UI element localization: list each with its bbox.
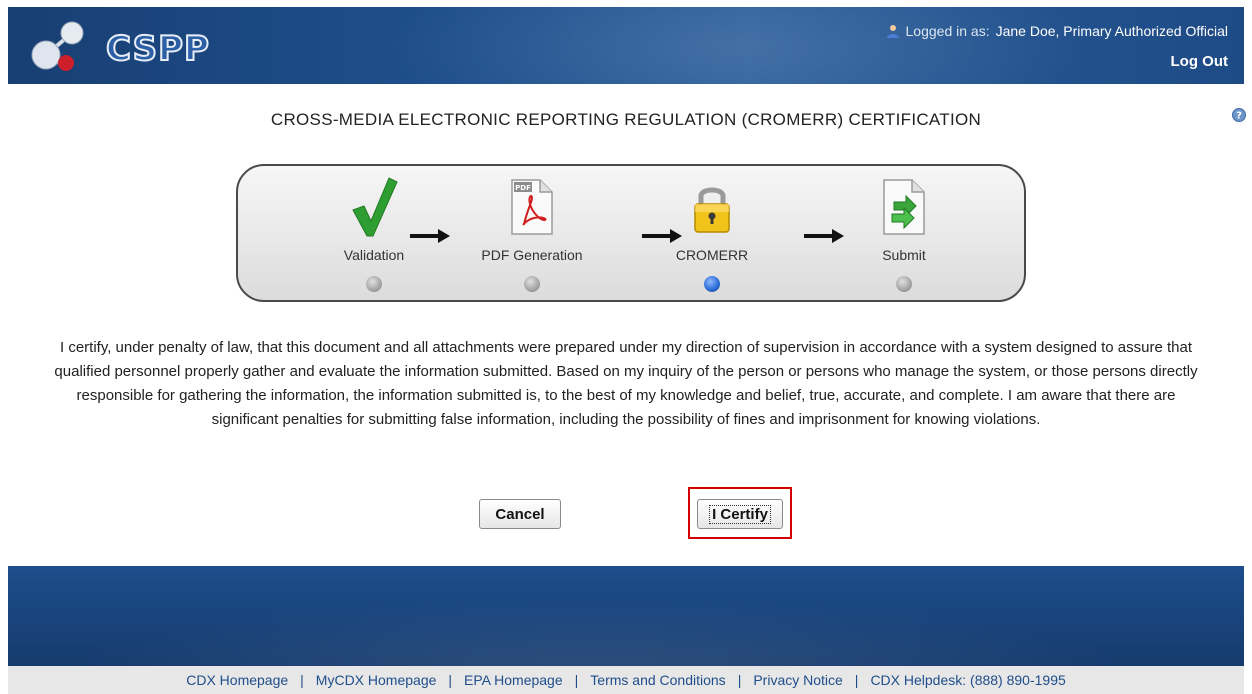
cspp-logo: CSPP xyxy=(26,19,246,75)
footer-separator: | xyxy=(737,672,742,688)
footer-link-terms[interactable]: Terms and Conditions xyxy=(590,672,725,688)
user-name: Jane Doe, Primary Authorized Official xyxy=(995,23,1228,39)
logged-in-prefix: Logged in as: xyxy=(905,23,990,39)
cancel-button[interactable]: Cancel xyxy=(479,499,561,529)
submission-progress-panel: Validation PDF PDF Generation CROMERR Su… xyxy=(236,164,1026,302)
footer-link-epa-homepage[interactable]: EPA Homepage xyxy=(464,672,563,688)
step-status-dot xyxy=(366,276,382,292)
logout-link[interactable]: Log Out xyxy=(1171,53,1228,70)
i-certify-label: I Certify xyxy=(709,504,771,524)
logged-in-info: Logged in as: Jane Doe, Primary Authoriz… xyxy=(886,23,1228,39)
step-label: PDF Generation xyxy=(481,247,583,263)
footer-separator: | xyxy=(854,672,859,688)
footer-link-helpdesk[interactable]: CDX Helpdesk: (888) 890-1995 xyxy=(870,672,1065,688)
footer-separator: | xyxy=(300,672,304,688)
logo-text: CSPP xyxy=(105,28,210,70)
step-submit: Submit xyxy=(834,166,974,304)
step-label: CROMERR xyxy=(675,247,749,263)
step-label: Submit xyxy=(882,247,926,263)
molecule-logo-icon xyxy=(31,21,84,71)
step-cromerr: CROMERR xyxy=(642,166,782,304)
step-label: Validation xyxy=(343,247,405,263)
footer-link-privacy[interactable]: Privacy Notice xyxy=(753,672,842,688)
step-pdf-generation: PDF PDF Generation xyxy=(462,166,602,304)
header-banner: CSPP Logged in as: Jane Doe, Primary Aut… xyxy=(8,7,1244,84)
step-status-dot xyxy=(896,276,912,292)
footer-links: CDX Homepage | MyCDX Homepage | EPA Home… xyxy=(8,666,1244,694)
footer-banner xyxy=(8,566,1244,666)
arrow-icon xyxy=(410,229,450,243)
step-status-dot-active xyxy=(704,276,720,292)
pdf-badge-label: PDF xyxy=(515,184,531,192)
step-status-dot xyxy=(524,276,540,292)
padlock-icon xyxy=(694,187,730,233)
certification-statement: I certify, under penalty of law, that th… xyxy=(54,339,1198,428)
submit-document-icon xyxy=(883,179,925,235)
user-icon xyxy=(886,25,899,38)
i-certify-button[interactable]: I Certify xyxy=(697,499,783,529)
pdf-file-icon: PDF xyxy=(511,179,553,235)
footer-separator: | xyxy=(574,672,579,688)
checkmark-icon xyxy=(352,177,398,237)
footer-link-cdx-homepage[interactable]: CDX Homepage xyxy=(186,672,288,688)
footer-separator: | xyxy=(448,672,453,688)
footer-link-mycdx-homepage[interactable]: MyCDX Homepage xyxy=(316,672,437,688)
page-title: CROSS-MEDIA ELECTRONIC REPORTING REGULAT… xyxy=(270,110,982,129)
